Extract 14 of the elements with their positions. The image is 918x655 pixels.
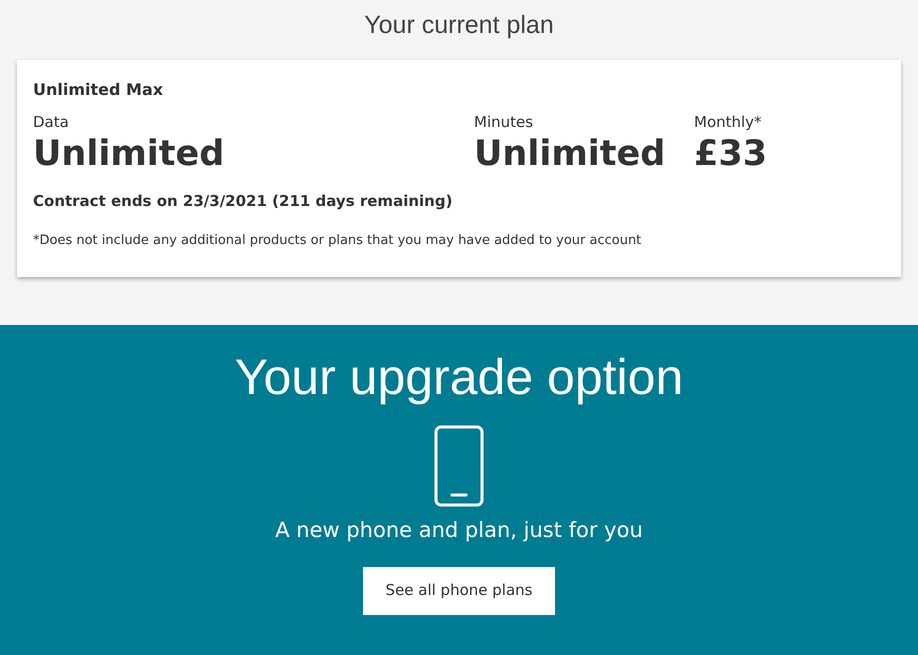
stat-label: Data bbox=[33, 112, 70, 132]
stat-value: Unlimited bbox=[474, 133, 666, 176]
section-heading: Your current plan bbox=[363, 10, 555, 41]
stat-value: Unlimited bbox=[33, 133, 226, 176]
plan-name: Unlimited Max bbox=[33, 79, 164, 101]
section-heading: Your upgrade option bbox=[234, 348, 684, 407]
stat-label: Minutes bbox=[474, 112, 534, 132]
tagline: A new phone and plan, just for you bbox=[274, 517, 644, 544]
phone-icon bbox=[434, 425, 484, 507]
stat-label: Monthly* bbox=[694, 112, 763, 132]
see-plans-button[interactable]: See all phone plans bbox=[363, 566, 555, 614]
footnote: *Does not include any additional products or plans that you may have added to your account bbox=[33, 232, 642, 250]
stat-value: £33 bbox=[694, 133, 768, 176]
contract-end-text: Contract ends on 23/3/2021 (211 days remaining) bbox=[33, 191, 454, 212]
